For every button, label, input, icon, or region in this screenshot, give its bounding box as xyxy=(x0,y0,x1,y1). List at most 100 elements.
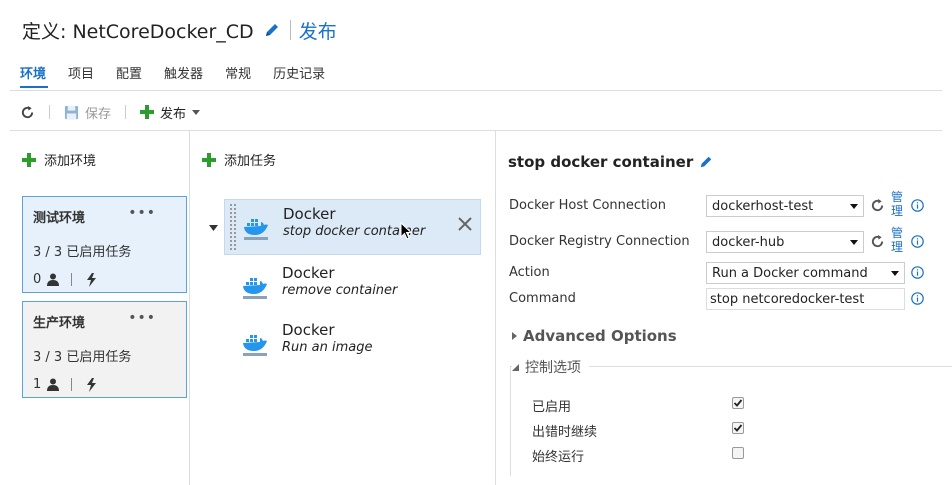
option-continue-on-error-label: 出错时继续 xyxy=(532,425,598,440)
plus-icon xyxy=(140,105,155,119)
toolbar-divider xyxy=(125,105,127,119)
docker-registry-label: Docker Registry Connection xyxy=(509,234,690,249)
task-detail-title-text: stop docker container xyxy=(508,153,694,171)
option-enabled-label: 已启用 xyxy=(532,400,572,415)
approver-count: 0 xyxy=(33,272,42,287)
remove-task-icon[interactable] xyxy=(456,215,474,233)
chevron-down-icon xyxy=(891,270,899,276)
docker-host-label: Docker Host Connection xyxy=(509,198,666,213)
drag-handle-icon[interactable] xyxy=(230,204,236,250)
info-icon[interactable] xyxy=(911,266,924,279)
release-menu-button[interactable]: 发布 xyxy=(140,103,201,122)
tab-environments[interactable]: 环境 xyxy=(20,63,46,86)
chevron-right-icon xyxy=(512,332,517,340)
refresh-icon[interactable] xyxy=(870,198,885,213)
edit-pencil-icon[interactable] xyxy=(699,155,713,169)
info-icon[interactable] xyxy=(911,235,924,248)
option-always-run-checkbox[interactable] xyxy=(732,447,744,459)
task-name: Docker xyxy=(283,205,336,223)
plus-icon xyxy=(22,152,36,167)
task-description: Run an image xyxy=(282,340,373,355)
action-select[interactable]: Run a Docker command xyxy=(706,262,905,284)
command-input[interactable]: stop netcoredocker-test xyxy=(706,288,905,310)
tab-underline-active xyxy=(20,86,48,88)
meta-divider xyxy=(71,273,73,286)
control-options-label: 控制选项 xyxy=(525,360,581,376)
release-menu-label: 发布 xyxy=(160,106,187,122)
middle-column-divider xyxy=(495,131,496,485)
page-title: 定义: NetCoreDocker_CD xyxy=(22,20,254,43)
add-environment-label: 添加环境 xyxy=(44,154,97,169)
task-description: remove container xyxy=(282,283,398,298)
tab-artifacts[interactable]: 项目 xyxy=(68,63,94,86)
add-environment-button[interactable]: 添加环境 xyxy=(22,150,96,169)
refresh-icon[interactable] xyxy=(870,234,885,249)
save-button[interactable]: 保存 xyxy=(64,103,111,122)
deploy-bolt-icon[interactable] xyxy=(84,377,98,392)
action-value: Run a Docker command xyxy=(712,265,868,281)
mouse-cursor-icon xyxy=(400,222,412,240)
manage-host-link[interactable]: 管理 xyxy=(891,190,905,218)
release-link[interactable]: 发布 xyxy=(299,17,337,44)
tab-history[interactable]: 历史记录 xyxy=(273,63,325,86)
info-icon[interactable] xyxy=(911,292,924,305)
tabs-divider xyxy=(10,90,942,91)
task-item-selected[interactable]: Docker stop docker container xyxy=(224,199,481,255)
task-name: Docker xyxy=(282,321,335,339)
chevron-down-icon xyxy=(512,363,519,371)
header-divider xyxy=(289,20,291,40)
checkmark-icon xyxy=(733,424,743,432)
info-icon[interactable] xyxy=(911,199,924,212)
chevron-down-icon xyxy=(192,109,201,115)
docker-host-select[interactable]: dockerhost-test xyxy=(706,195,864,217)
save-label: 保存 xyxy=(85,106,112,122)
add-task-button[interactable]: 添加任务 xyxy=(202,150,276,169)
toolbar-divider-line xyxy=(10,130,942,131)
collapse-caret-icon[interactable] xyxy=(209,225,218,231)
chevron-down-icon xyxy=(850,203,858,209)
deploy-bolt-icon[interactable] xyxy=(84,272,98,287)
tab-general[interactable]: 常规 xyxy=(225,63,251,86)
docker-registry-value: docker-hub xyxy=(712,234,785,250)
control-options-toggle[interactable]: 控制选项 xyxy=(512,357,589,377)
more-options-icon[interactable]: ••• xyxy=(128,310,156,326)
tab-bar: 环境 项目 配置 触发器 常规 历史记录 xyxy=(20,63,347,86)
more-options-icon[interactable]: ••• xyxy=(128,205,156,221)
toolbar: 保存 发布 xyxy=(20,102,201,122)
refresh-button[interactable] xyxy=(20,105,35,120)
environment-card-test[interactable]: 测试环境 ••• 3 / 3 已启用任务 0 xyxy=(22,196,187,293)
user-icon xyxy=(47,273,60,286)
tab-configuration[interactable]: 配置 xyxy=(116,63,142,86)
advanced-options-label: Advanced Options xyxy=(523,327,677,345)
refresh-icon xyxy=(21,105,34,118)
user-icon xyxy=(47,378,60,391)
page-header: 定义: NetCoreDocker_CD 发布 xyxy=(22,16,337,44)
task-name: Docker xyxy=(282,264,335,282)
docker-registry-select[interactable]: docker-hub xyxy=(706,231,864,253)
environment-meta: 1 xyxy=(33,377,176,392)
toolbar-divider xyxy=(49,105,50,119)
chevron-down-icon xyxy=(850,239,858,245)
task-detail-title: stop docker container xyxy=(508,153,713,171)
manage-registry-link[interactable]: 管理 xyxy=(891,226,905,254)
meta-divider xyxy=(71,378,73,391)
left-column-divider xyxy=(189,131,190,485)
add-task-label: 添加任务 xyxy=(224,154,277,169)
command-label: Command xyxy=(509,291,576,306)
docker-logo-icon xyxy=(243,335,267,356)
environment-meta: 0 xyxy=(33,272,176,287)
option-always-run-label: 始终运行 xyxy=(532,450,585,465)
environment-task-count: 3 / 3 已启用任务 xyxy=(33,245,132,260)
docker-logo-icon xyxy=(244,219,268,240)
checkmark-icon xyxy=(733,399,743,407)
option-continue-on-error-checkbox[interactable] xyxy=(732,422,744,434)
environment-card-production[interactable]: 生产环境 ••• 3 / 3 已启用任务 1 xyxy=(22,301,187,398)
edit-pencil-icon[interactable] xyxy=(264,22,280,38)
action-label: Action xyxy=(509,265,550,280)
tab-triggers[interactable]: 触发器 xyxy=(164,63,203,86)
plus-icon xyxy=(202,152,216,167)
task-item[interactable]: Docker remove container xyxy=(224,259,481,315)
option-enabled-checkbox[interactable] xyxy=(732,397,744,409)
task-item[interactable]: Docker Run an image xyxy=(224,316,481,372)
advanced-options-toggle[interactable]: Advanced Options xyxy=(512,327,677,345)
